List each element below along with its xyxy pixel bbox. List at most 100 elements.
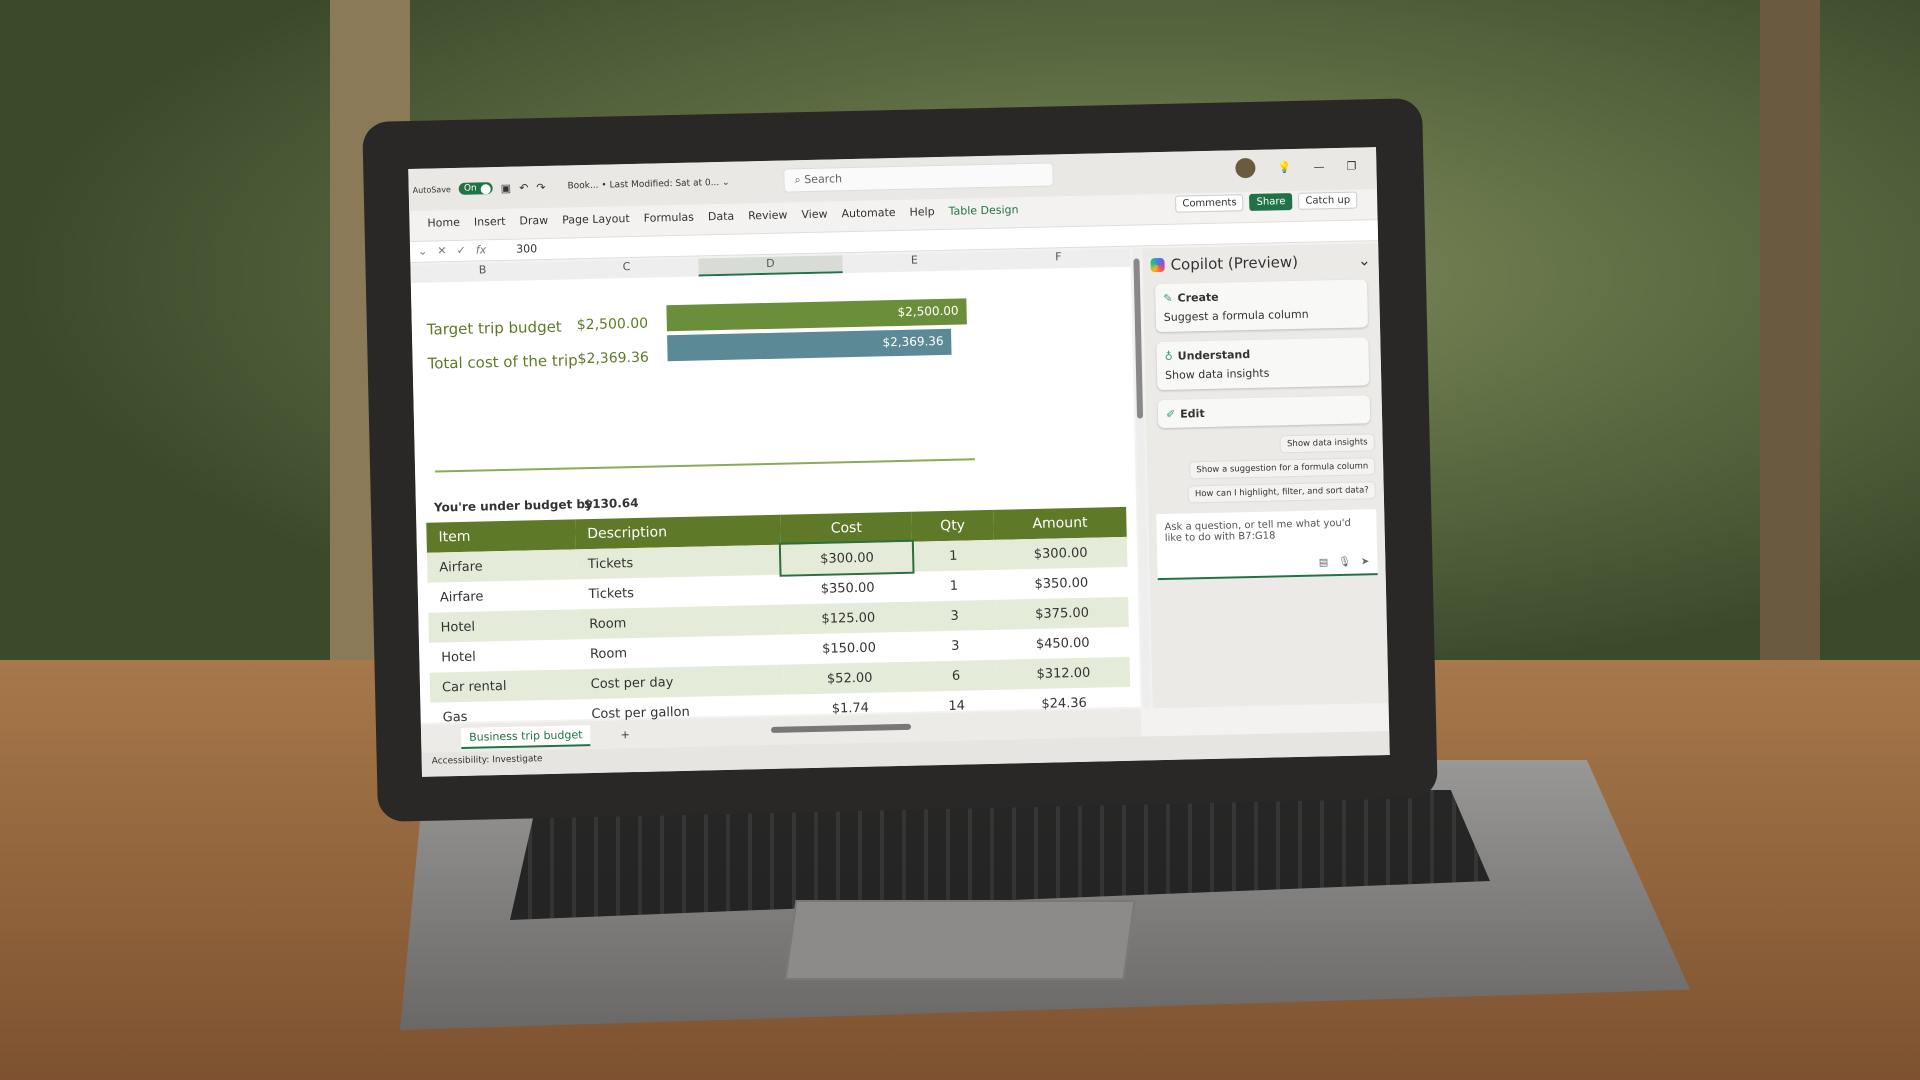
card-title: Understand bbox=[1177, 348, 1251, 363]
redo-icon[interactable]: ↷ bbox=[536, 180, 546, 193]
cell-qty[interactable]: 3 bbox=[914, 630, 997, 662]
cell-amount[interactable]: $312.00 bbox=[996, 656, 1131, 690]
tab-insert[interactable]: Insert bbox=[474, 215, 506, 229]
copilot-card-understand[interactable]: ♁ Understand Show data insights bbox=[1156, 337, 1370, 391]
microphone-icon[interactable]: 🎙 bbox=[1338, 557, 1351, 568]
copilot-card-edit[interactable]: ✐ Edit bbox=[1157, 395, 1371, 429]
suggestion-chip[interactable]: Show data insights bbox=[1279, 433, 1375, 454]
tab-view[interactable]: View bbox=[801, 208, 827, 222]
suggestion-chip[interactable]: How can I highlight, filter, and sort da… bbox=[1187, 481, 1376, 504]
tab-table-design[interactable]: Table Design bbox=[948, 203, 1018, 218]
total-cost-value[interactable]: $2,369.36 bbox=[577, 350, 649, 368]
search-icon: ⌕ bbox=[794, 173, 805, 187]
function-icon[interactable]: fx bbox=[476, 243, 487, 257]
cell-item[interactable]: Hotel bbox=[429, 639, 578, 672]
lightbulb-icon: ♁ bbox=[1164, 349, 1173, 363]
tab-help[interactable]: Help bbox=[909, 205, 934, 219]
share-button[interactable]: Share bbox=[1249, 193, 1293, 211]
send-icon[interactable]: ➤ bbox=[1361, 556, 1370, 567]
autosave-label: AutoSave bbox=[412, 184, 452, 195]
undo-icon[interactable]: ↶ bbox=[519, 181, 529, 194]
card-desc: Suggest a formula column bbox=[1163, 307, 1309, 324]
cell-amount[interactable]: $450.00 bbox=[996, 627, 1129, 660]
cell-item[interactable]: Airfare bbox=[426, 549, 577, 583]
tab-home[interactable]: Home bbox=[427, 216, 460, 230]
cell-amount[interactable]: $300.00 bbox=[993, 536, 1128, 570]
tab-data[interactable]: Data bbox=[708, 210, 735, 224]
doc-title[interactable]: Book... • Last Modified: Sat at 0... ⌄ bbox=[567, 178, 729, 192]
total-cost-bar: $2,369.36 bbox=[667, 328, 952, 362]
total-cost-label: Total cost of the trip bbox=[427, 351, 578, 373]
formula-input[interactable]: 300 bbox=[516, 242, 537, 256]
accessibility-status[interactable]: Accessibility: Investigate bbox=[432, 754, 543, 767]
target-budget-bar: $2,500.00 bbox=[666, 298, 967, 332]
cell-description[interactable]: Cost per day bbox=[578, 664, 785, 700]
catch-up-button[interactable]: Catch up bbox=[1298, 191, 1358, 210]
create-icon: ✎ bbox=[1163, 291, 1173, 305]
cell-qty[interactable]: 6 bbox=[914, 659, 998, 692]
cell-cost[interactable]: $150.00 bbox=[783, 632, 914, 665]
header-description[interactable]: Description bbox=[574, 514, 782, 550]
cell-item[interactable]: Hotel bbox=[428, 609, 578, 643]
cell-cost[interactable]: $300.00 bbox=[779, 539, 915, 577]
cell-item[interactable]: Airfare bbox=[428, 579, 577, 612]
header-amount[interactable]: Amount bbox=[993, 506, 1127, 540]
target-budget-label: Target trip budget bbox=[426, 317, 562, 339]
target-budget-value[interactable]: $2,500.00 bbox=[577, 316, 649, 334]
copilot-pane: Copilot (Preview) ⌄ ✎ Create Suggest a form… bbox=[1142, 243, 1389, 709]
card-desc: Show data insights bbox=[1164, 366, 1270, 382]
tab-automate[interactable]: Automate bbox=[841, 206, 895, 220]
prompt-guide-icon[interactable]: ▤ bbox=[1319, 557, 1329, 568]
cell-cost[interactable]: $52.00 bbox=[784, 661, 916, 695]
card-title: Create bbox=[1177, 290, 1219, 305]
ask-placeholder: Ask a question, or tell me what you'd li… bbox=[1164, 517, 1352, 544]
header-qty[interactable]: Qty bbox=[911, 509, 994, 542]
expense-table: Item Description Cost Qty Amount Airfare… bbox=[426, 506, 1131, 733]
cell-qty[interactable]: 1 bbox=[913, 570, 996, 602]
excel-window: AutoSave On ▣ ↶ ↷ Book... • Last Modifie… bbox=[408, 147, 1390, 777]
minimize-button[interactable]: — bbox=[1313, 160, 1324, 173]
tab-formulas[interactable]: Formulas bbox=[644, 211, 695, 225]
autosave-toggle[interactable]: On bbox=[458, 182, 493, 195]
search-input[interactable]: ⌕ Search bbox=[783, 162, 1054, 193]
trackpad bbox=[784, 900, 1136, 980]
header-cost[interactable]: Cost bbox=[780, 511, 912, 545]
cell-item[interactable]: Car rental bbox=[429, 669, 580, 703]
copilot-ask-input[interactable]: Ask a question, or tell me what you'd li… bbox=[1156, 509, 1378, 581]
cell-cost[interactable]: $350.00 bbox=[782, 572, 913, 605]
cell-description[interactable]: Room bbox=[578, 635, 784, 670]
suggestion-chip[interactable]: Show a suggestion for a formula column bbox=[1189, 457, 1376, 480]
sheet-tab-business-trip-budget[interactable]: Business trip budget bbox=[460, 724, 591, 749]
worksheet-grid[interactable]: Target trip budget $2,500.00 $2,500.00 T… bbox=[410, 266, 1141, 725]
cell-qty[interactable]: 1 bbox=[911, 539, 995, 572]
save-icon[interactable]: ▣ bbox=[501, 181, 512, 194]
add-sheet-button[interactable]: + bbox=[620, 728, 630, 741]
under-budget-label: You're under budget by bbox=[433, 496, 594, 515]
enter-icon[interactable]: ✓ bbox=[456, 244, 466, 258]
name-box-dropdown[interactable]: ⌄ bbox=[418, 245, 428, 259]
copilot-logo-icon bbox=[1150, 257, 1165, 273]
horizontal-scrollbar[interactable] bbox=[770, 723, 912, 733]
tab-page-layout[interactable]: Page Layout bbox=[562, 212, 630, 227]
cell-description[interactable]: Tickets bbox=[576, 575, 782, 610]
avatar[interactable] bbox=[1235, 157, 1257, 179]
cell-cost[interactable]: $125.00 bbox=[782, 601, 915, 635]
header-item[interactable]: Item bbox=[426, 519, 576, 553]
comments-button[interactable]: Comments bbox=[1175, 194, 1244, 213]
cell-amount[interactable]: $350.00 bbox=[995, 567, 1128, 600]
cell-description[interactable]: Room bbox=[576, 604, 784, 640]
cancel-icon[interactable]: ✕ bbox=[437, 244, 447, 258]
under-budget-value[interactable]: $130.64 bbox=[584, 496, 639, 511]
window-frame bbox=[1760, 0, 1820, 690]
pencil-icon: ✐ bbox=[1165, 407, 1176, 421]
divider bbox=[435, 458, 975, 473]
cell-amount[interactable]: $375.00 bbox=[995, 596, 1129, 630]
cell-qty[interactable]: 3 bbox=[913, 599, 996, 632]
copilot-card-create[interactable]: ✎ Create Suggest a formula column bbox=[1155, 279, 1369, 333]
tab-review[interactable]: Review bbox=[748, 208, 788, 222]
chevron-down-icon[interactable]: ⌄ bbox=[1358, 251, 1371, 269]
cell-description[interactable]: Tickets bbox=[575, 544, 782, 580]
lightbulb-icon[interactable]: 💡 bbox=[1278, 161, 1292, 174]
tab-draw[interactable]: Draw bbox=[519, 214, 548, 228]
restore-button[interactable]: ❐ bbox=[1346, 159, 1356, 172]
